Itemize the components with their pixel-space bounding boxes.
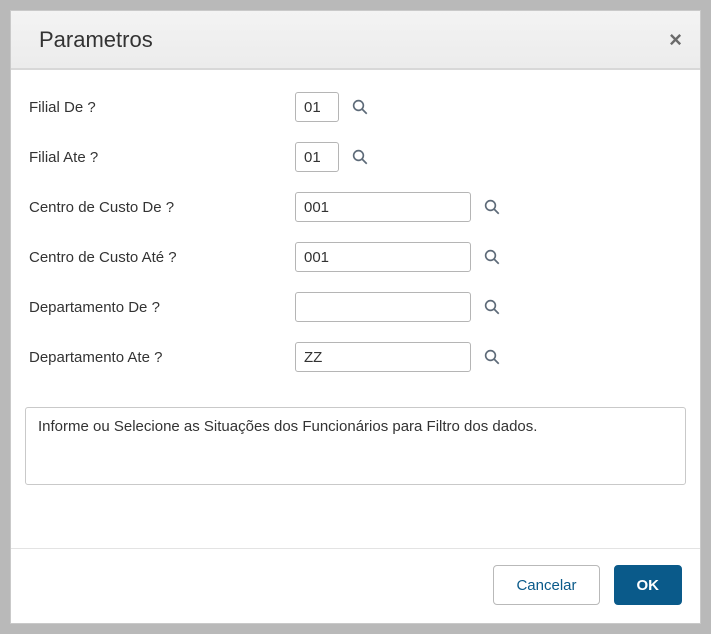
label-cc-de: Centro de Custo De ? [25, 199, 295, 216]
controls [295, 92, 371, 122]
label-filial-de: Filial De ? [25, 99, 295, 116]
form-area: Filial De ? Filial Ate ? [11, 69, 700, 391]
parameters-dialog: Parametros × Filial De ? Filial Ate ? [10, 10, 701, 624]
overflow-spacer [25, 382, 690, 390]
input-filial-ate[interactable] [295, 142, 339, 172]
ok-button[interactable]: OK [614, 565, 683, 605]
search-icon[interactable] [481, 346, 503, 368]
help-area: Informe ou Selecione as Situações dos Fu… [11, 391, 700, 495]
dialog-footer: Cancelar OK [11, 548, 700, 623]
search-icon[interactable] [481, 296, 503, 318]
row-cc-de: Centro de Custo De ? [25, 182, 690, 232]
help-text: Informe ou Selecione as Situações dos Fu… [25, 407, 686, 485]
controls [295, 142, 371, 172]
input-cc-ate[interactable] [295, 242, 471, 272]
controls [295, 192, 503, 222]
controls [295, 292, 503, 322]
row-filial-de: Filial De ? [25, 82, 690, 132]
input-dep-de[interactable] [295, 292, 471, 322]
label-dep-ate: Departamento Ate ? [25, 349, 295, 366]
cancel-button[interactable]: Cancelar [493, 565, 599, 605]
input-dep-ate[interactable] [295, 342, 471, 372]
input-filial-de[interactable] [295, 92, 339, 122]
input-cc-de[interactable] [295, 192, 471, 222]
dialog-backdrop: Parametros × Filial De ? Filial Ate ? [0, 0, 711, 634]
dialog-title: Parametros [39, 27, 153, 53]
controls [295, 242, 503, 272]
close-icon[interactable]: × [669, 29, 682, 51]
dialog-header: Parametros × [11, 11, 700, 69]
search-icon[interactable] [349, 146, 371, 168]
search-icon[interactable] [481, 196, 503, 218]
label-filial-ate: Filial Ate ? [25, 149, 295, 166]
controls [295, 342, 503, 372]
row-dep-ate: Departamento Ate ? [25, 332, 690, 382]
row-filial-ate: Filial Ate ? [25, 132, 690, 182]
search-icon[interactable] [481, 246, 503, 268]
label-cc-ate: Centro de Custo Até ? [25, 249, 295, 266]
label-dep-de: Departamento De ? [25, 299, 295, 316]
search-icon[interactable] [349, 96, 371, 118]
form-scroll[interactable]: Filial De ? Filial Ate ? [11, 70, 700, 390]
row-cc-ate: Centro de Custo Até ? [25, 232, 690, 282]
row-dep-de: Departamento De ? [25, 282, 690, 332]
